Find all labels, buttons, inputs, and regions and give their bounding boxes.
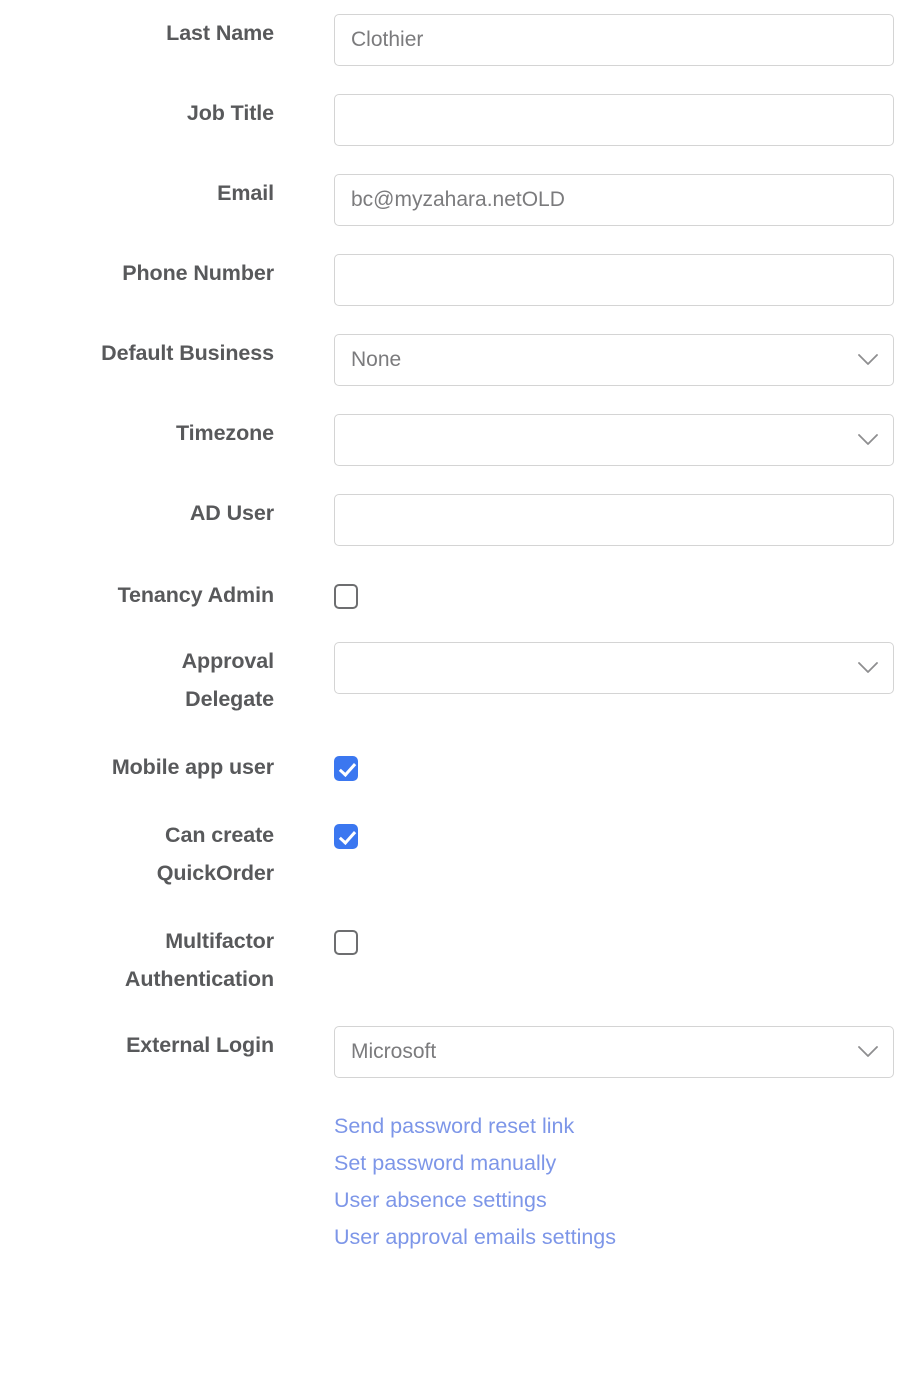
control-email [274, 174, 924, 226]
label-line: Timezone [176, 421, 274, 445]
label-timezone: Timezone [0, 414, 274, 452]
mobile-app-user-checkbox[interactable] [334, 756, 358, 781]
label-can-create-quickorder: Can create QuickOrder [0, 816, 274, 892]
user-details-form: Last Name Job Title Email Phone Number Defau… [0, 0, 924, 1256]
control-default-business: None [274, 334, 924, 386]
external-login-select[interactable]: Microsoft [334, 1026, 894, 1078]
default-business-select[interactable]: None [334, 334, 894, 386]
form-row-approval-delegate: Approval Delegate [0, 642, 924, 718]
approval-delegate-select-wrapper [334, 642, 894, 694]
job-title-input[interactable] [334, 94, 894, 146]
user-absence-settings-link[interactable]: User absence settings [334, 1182, 924, 1219]
tenancy-admin-checkbox[interactable] [334, 584, 358, 609]
approval-delegate-select[interactable] [334, 642, 894, 694]
label-job-title: Job Title [0, 94, 274, 132]
label-multifactor-authentication: Multifactor Authentication [0, 922, 274, 998]
form-row-ad-user: AD User [0, 494, 924, 546]
send-password-reset-link-link[interactable]: Send password reset link [334, 1108, 924, 1145]
form-row-timezone: Timezone [0, 414, 924, 466]
label-default-business: Default Business [0, 334, 274, 372]
form-row-mobile-app-user: Mobile app user [0, 748, 924, 786]
label-ad-user: AD User [0, 494, 274, 532]
control-external-login: Microsoft [274, 1026, 924, 1078]
label-line: AD User [189, 501, 274, 525]
label-email: Email [0, 174, 274, 212]
control-job-title [274, 94, 924, 146]
form-row-tenancy-admin: Tenancy Admin [0, 576, 924, 614]
label-mobile-app-user: Mobile app user [0, 748, 274, 786]
control-last-name [274, 14, 924, 66]
label-external-login: External Login [0, 1026, 274, 1064]
label-line: QuickOrder [156, 861, 274, 885]
form-row-can-create-quickorder: Can create QuickOrder [0, 816, 924, 892]
last-name-input[interactable] [334, 14, 894, 66]
form-row-phone-number: Phone Number [0, 254, 924, 306]
label-line: Authentication [124, 967, 274, 991]
form-row-external-login: External Login Microsoft [0, 1026, 924, 1078]
default-business-selected-value: None [351, 348, 402, 371]
label-phone-number: Phone Number [0, 254, 274, 292]
label-line: Mobile app user [111, 755, 274, 779]
control-approval-delegate [274, 642, 924, 694]
label-last-name: Last Name [0, 14, 274, 52]
control-timezone [274, 414, 924, 466]
label-line: Email [217, 181, 274, 205]
user-approval-emails-settings-link[interactable]: User approval emails settings [334, 1219, 924, 1256]
set-password-manually-link[interactable]: Set password manually [334, 1145, 924, 1182]
label-line: Tenancy Admin [117, 583, 275, 607]
phone-number-input[interactable] [334, 254, 894, 306]
label-line: External Login [126, 1033, 274, 1057]
account-actions-row: Send password reset link Set password man… [0, 1100, 924, 1256]
label-line: Multifactor [165, 929, 274, 953]
label-line: Can create [165, 823, 274, 847]
form-row-email: Email [0, 174, 924, 226]
account-actions-links: Send password reset link Set password man… [274, 1100, 924, 1256]
form-row-default-business: Default Business None [0, 334, 924, 386]
external-login-selected-value: Microsoft [351, 1040, 437, 1063]
label-approval-delegate: Approval Delegate [0, 642, 274, 718]
timezone-select-wrapper [334, 414, 894, 466]
label-line: Last Name [166, 21, 274, 45]
label-line: Delegate [185, 687, 274, 711]
label-line: Job Title [186, 101, 274, 125]
form-row-job-title: Job Title [0, 94, 924, 146]
can-create-quickorder-checkbox[interactable] [334, 824, 358, 849]
label-line: Default Business [101, 341, 274, 365]
label-tenancy-admin: Tenancy Admin [0, 576, 275, 614]
email-input[interactable] [334, 174, 894, 226]
form-row-multifactor-authentication: Multifactor Authentication [0, 922, 924, 998]
control-ad-user [274, 494, 924, 546]
form-row-last-name: Last Name [0, 14, 924, 66]
ad-user-input[interactable] [334, 494, 894, 546]
timezone-select[interactable] [334, 414, 894, 466]
control-phone-number [274, 254, 924, 306]
control-tenancy-admin [274, 576, 924, 609]
control-multifactor-authentication [274, 922, 924, 955]
control-mobile-app-user [274, 748, 924, 781]
default-business-select-wrapper: None [334, 334, 894, 386]
external-login-select-wrapper: Microsoft [334, 1026, 894, 1078]
multifactor-authentication-checkbox[interactable] [334, 930, 358, 955]
label-line: Approval [181, 649, 274, 673]
control-can-create-quickorder [274, 816, 924, 849]
label-line: Phone Number [122, 261, 274, 285]
